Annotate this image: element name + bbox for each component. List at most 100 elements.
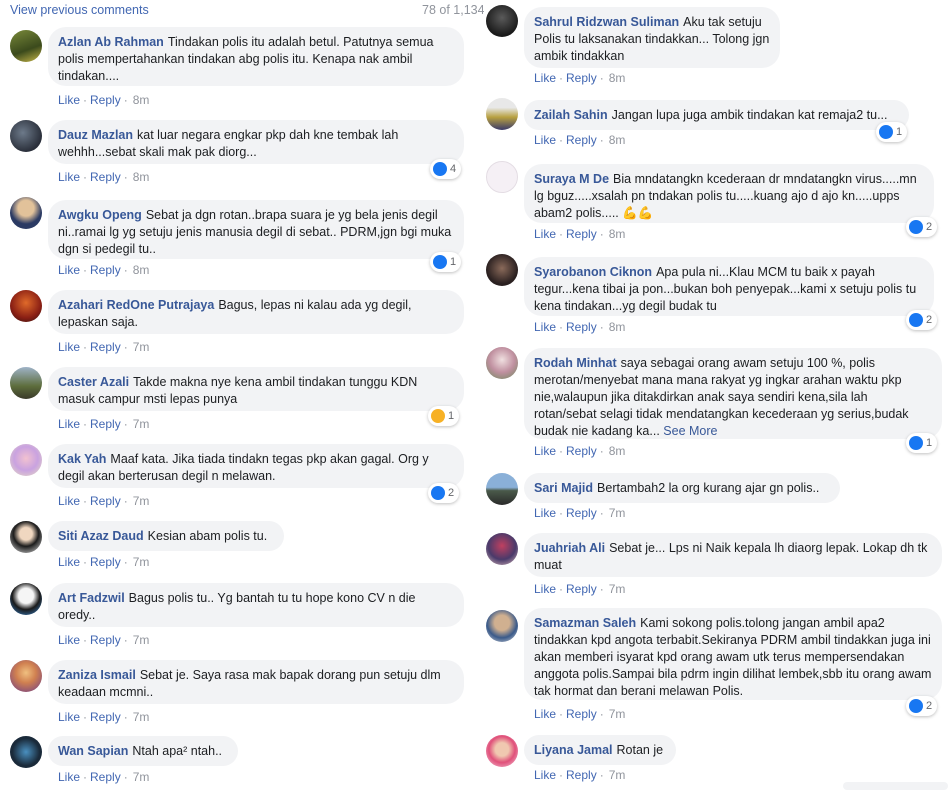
comment-author[interactable]: Kak Yah xyxy=(58,452,106,466)
avatar[interactable] xyxy=(486,347,518,379)
horizontal-scrollbar[interactable] xyxy=(843,782,948,790)
like-button[interactable]: Like xyxy=(534,444,556,458)
like-button[interactable]: Like xyxy=(58,263,80,277)
comment-timestamp[interactable]: 7m xyxy=(133,555,150,569)
comment-timestamp[interactable]: 7m xyxy=(609,707,626,721)
like-button[interactable]: Like xyxy=(534,320,556,334)
comment-author[interactable]: Caster Azali xyxy=(58,375,129,389)
reply-button[interactable]: Reply xyxy=(90,417,121,431)
avatar[interactable] xyxy=(10,583,42,615)
see-more-link[interactable]: See More xyxy=(663,424,717,438)
like-button[interactable]: Like xyxy=(58,555,80,569)
reply-button[interactable]: Reply xyxy=(90,93,121,107)
avatar[interactable] xyxy=(10,197,42,229)
comment-author[interactable]: Suraya M De xyxy=(534,172,609,186)
comment-timestamp[interactable]: 8m xyxy=(609,444,626,458)
comment-author[interactable]: Sari Majid xyxy=(534,481,593,495)
avatar[interactable] xyxy=(486,735,518,767)
like-button[interactable]: Like xyxy=(58,710,80,724)
reaction-badge[interactable]: 1 xyxy=(428,406,460,426)
reply-button[interactable]: Reply xyxy=(90,494,121,508)
reply-button[interactable]: Reply xyxy=(566,320,597,334)
like-button[interactable]: Like xyxy=(58,417,80,431)
like-button[interactable]: Like xyxy=(534,582,556,596)
reply-button[interactable]: Reply xyxy=(566,444,597,458)
comment-timestamp[interactable]: 8m xyxy=(133,263,150,277)
comment-timestamp[interactable]: 8m xyxy=(609,133,626,147)
reaction-badge[interactable]: 2 xyxy=(906,217,938,237)
avatar[interactable] xyxy=(486,161,518,193)
avatar[interactable] xyxy=(486,533,518,565)
reaction-badge[interactable]: 1 xyxy=(906,433,938,453)
avatar[interactable] xyxy=(486,5,518,37)
comment-author[interactable]: Dauz Mazlan xyxy=(58,128,133,142)
avatar[interactable] xyxy=(486,254,518,286)
comment-author[interactable]: Juahriah Ali xyxy=(534,541,605,555)
comment-author[interactable]: Zailah Sahin xyxy=(534,108,608,122)
comment-timestamp[interactable]: 8m xyxy=(133,93,150,107)
comment-timestamp[interactable]: 8m xyxy=(609,227,626,241)
reply-button[interactable]: Reply xyxy=(566,506,597,520)
comment-author[interactable]: Siti Azaz Daud xyxy=(58,529,144,543)
reply-button[interactable]: Reply xyxy=(90,170,121,184)
like-button[interactable]: Like xyxy=(534,506,556,520)
reply-button[interactable]: Reply xyxy=(566,768,597,782)
reply-button[interactable]: Reply xyxy=(90,770,121,784)
reply-button[interactable]: Reply xyxy=(566,582,597,596)
reply-button[interactable]: Reply xyxy=(566,133,597,147)
reply-button[interactable]: Reply xyxy=(90,633,121,647)
reply-button[interactable]: Reply xyxy=(566,707,597,721)
comment-timestamp[interactable]: 8m xyxy=(133,170,150,184)
comment-timestamp[interactable]: 7m xyxy=(609,506,626,520)
reply-button[interactable]: Reply xyxy=(90,263,121,277)
like-button[interactable]: Like xyxy=(534,768,556,782)
like-button[interactable]: Like xyxy=(534,133,556,147)
reaction-badge[interactable]: 4 xyxy=(430,159,462,179)
like-button[interactable]: Like xyxy=(58,770,80,784)
reply-button[interactable]: Reply xyxy=(90,340,121,354)
comment-author[interactable]: Rodah Minhat xyxy=(534,356,617,370)
reaction-badge[interactable]: 2 xyxy=(428,483,460,503)
comment-timestamp[interactable]: 7m xyxy=(133,710,150,724)
comment-timestamp[interactable]: 7m xyxy=(609,768,626,782)
avatar[interactable] xyxy=(10,736,42,768)
comment-timestamp[interactable]: 7m xyxy=(609,582,626,596)
like-button[interactable]: Like xyxy=(534,227,556,241)
like-button[interactable]: Like xyxy=(58,340,80,354)
reaction-badge[interactable]: 1 xyxy=(876,122,908,142)
comment-author[interactable]: Art Fadzwil xyxy=(58,591,125,605)
reaction-badge[interactable]: 2 xyxy=(906,696,938,716)
avatar[interactable] xyxy=(10,660,42,692)
reply-button[interactable]: Reply xyxy=(566,71,597,85)
comment-timestamp[interactable]: 8m xyxy=(609,320,626,334)
like-button[interactable]: Like xyxy=(534,71,556,85)
comment-author[interactable]: Azahari RedOne Putrajaya xyxy=(58,298,214,312)
avatar[interactable] xyxy=(10,30,42,62)
comment-author[interactable]: Samazman Saleh xyxy=(534,616,636,630)
comment-author[interactable]: Syarobanon Ciknon xyxy=(534,265,652,279)
view-previous-comments-link[interactable]: View previous comments xyxy=(10,3,149,17)
comment-author[interactable]: Azlan Ab Rahman xyxy=(58,35,164,49)
like-button[interactable]: Like xyxy=(58,494,80,508)
comment-author[interactable]: Awgku Openg xyxy=(58,208,142,222)
reaction-badge[interactable]: 1 xyxy=(430,252,462,272)
avatar[interactable] xyxy=(486,610,518,642)
reply-button[interactable]: Reply xyxy=(90,555,121,569)
avatar[interactable] xyxy=(10,444,42,476)
like-button[interactable]: Like xyxy=(58,633,80,647)
comment-timestamp[interactable]: 7m xyxy=(133,340,150,354)
comment-timestamp[interactable]: 7m xyxy=(133,633,150,647)
like-button[interactable]: Like xyxy=(534,707,556,721)
avatar[interactable] xyxy=(10,367,42,399)
comment-author[interactable]: Wan Sapian xyxy=(58,744,128,758)
reply-button[interactable]: Reply xyxy=(90,710,121,724)
avatar[interactable] xyxy=(486,473,518,505)
avatar[interactable] xyxy=(10,290,42,322)
reaction-badge[interactable]: 2 xyxy=(906,310,938,330)
comment-timestamp[interactable]: 7m xyxy=(133,770,150,784)
like-button[interactable]: Like xyxy=(58,93,80,107)
comment-author[interactable]: Zaniza Ismail xyxy=(58,668,136,682)
reply-button[interactable]: Reply xyxy=(566,227,597,241)
comment-author[interactable]: Sahrul Ridzwan Suliman xyxy=(534,15,679,29)
avatar[interactable] xyxy=(10,120,42,152)
